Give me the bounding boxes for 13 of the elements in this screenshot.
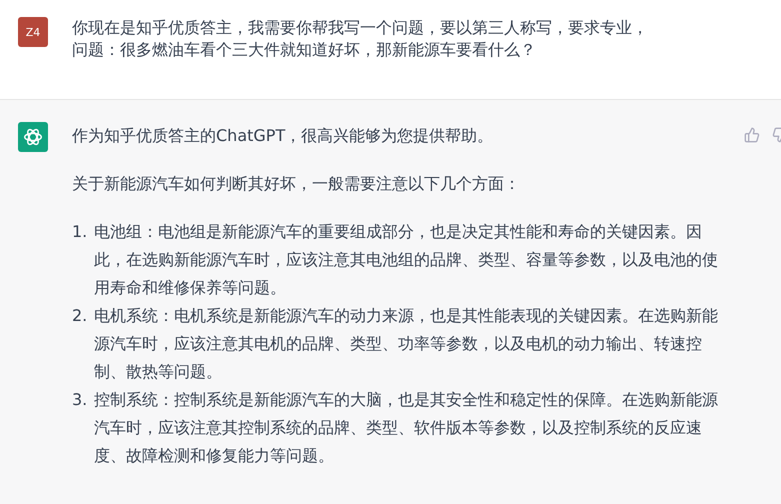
message-text: 你现在是知乎优质答主，我需要你帮我写一个问题，要以第三人称写，要求专业， bbox=[72, 17, 649, 39]
thumbs-up-icon[interactable] bbox=[744, 127, 760, 143]
list-item-text: 控制系统：控制系统是新能源汽车的大脑，也是其安全性和稳定性的保障。在选购新能源汽车时，应该注意其控制系统的品牌、类型、软件版本等参数，以及控制系统的反应速度、故障检测和修复能力等问题。 bbox=[94, 389, 719, 467]
list-number: 1. bbox=[72, 221, 88, 243]
list-number: 3. bbox=[72, 389, 88, 411]
message-text: 关于新能源汽车如何判断其好坏，一般需要注意以下几个方面： bbox=[72, 173, 521, 195]
message-text: 问题：很多燃油车看个三大件就知道好坏，那新能源车要看什么？ bbox=[72, 39, 537, 61]
list-item-text: 电机系统：电机系统是新能源汽车的动力来源，也是其性能表现的关键因素。在选购新能源汽车时，应该注意其电机的品牌、类型、功率等参数，以及电机的动力输出、转速控制、散热等问题。 bbox=[94, 305, 719, 383]
message-text: 作为知乎优质答主的ChatGPT，很高兴能够为您提供帮助。 bbox=[72, 125, 494, 147]
user-avatar: Z4 bbox=[18, 17, 48, 47]
logo-icon bbox=[18, 122, 48, 152]
list-number: 2. bbox=[72, 305, 88, 327]
list-item-text: 电池组：电池组是新能源汽车的重要组成部分，也是决定其性能和寿命的关键因素。因此，在选购新能源汽车时，应该注意其电池组的品牌、类型、容量等参数，以及电池的使用寿命和维修保养等问题。 bbox=[94, 221, 719, 299]
